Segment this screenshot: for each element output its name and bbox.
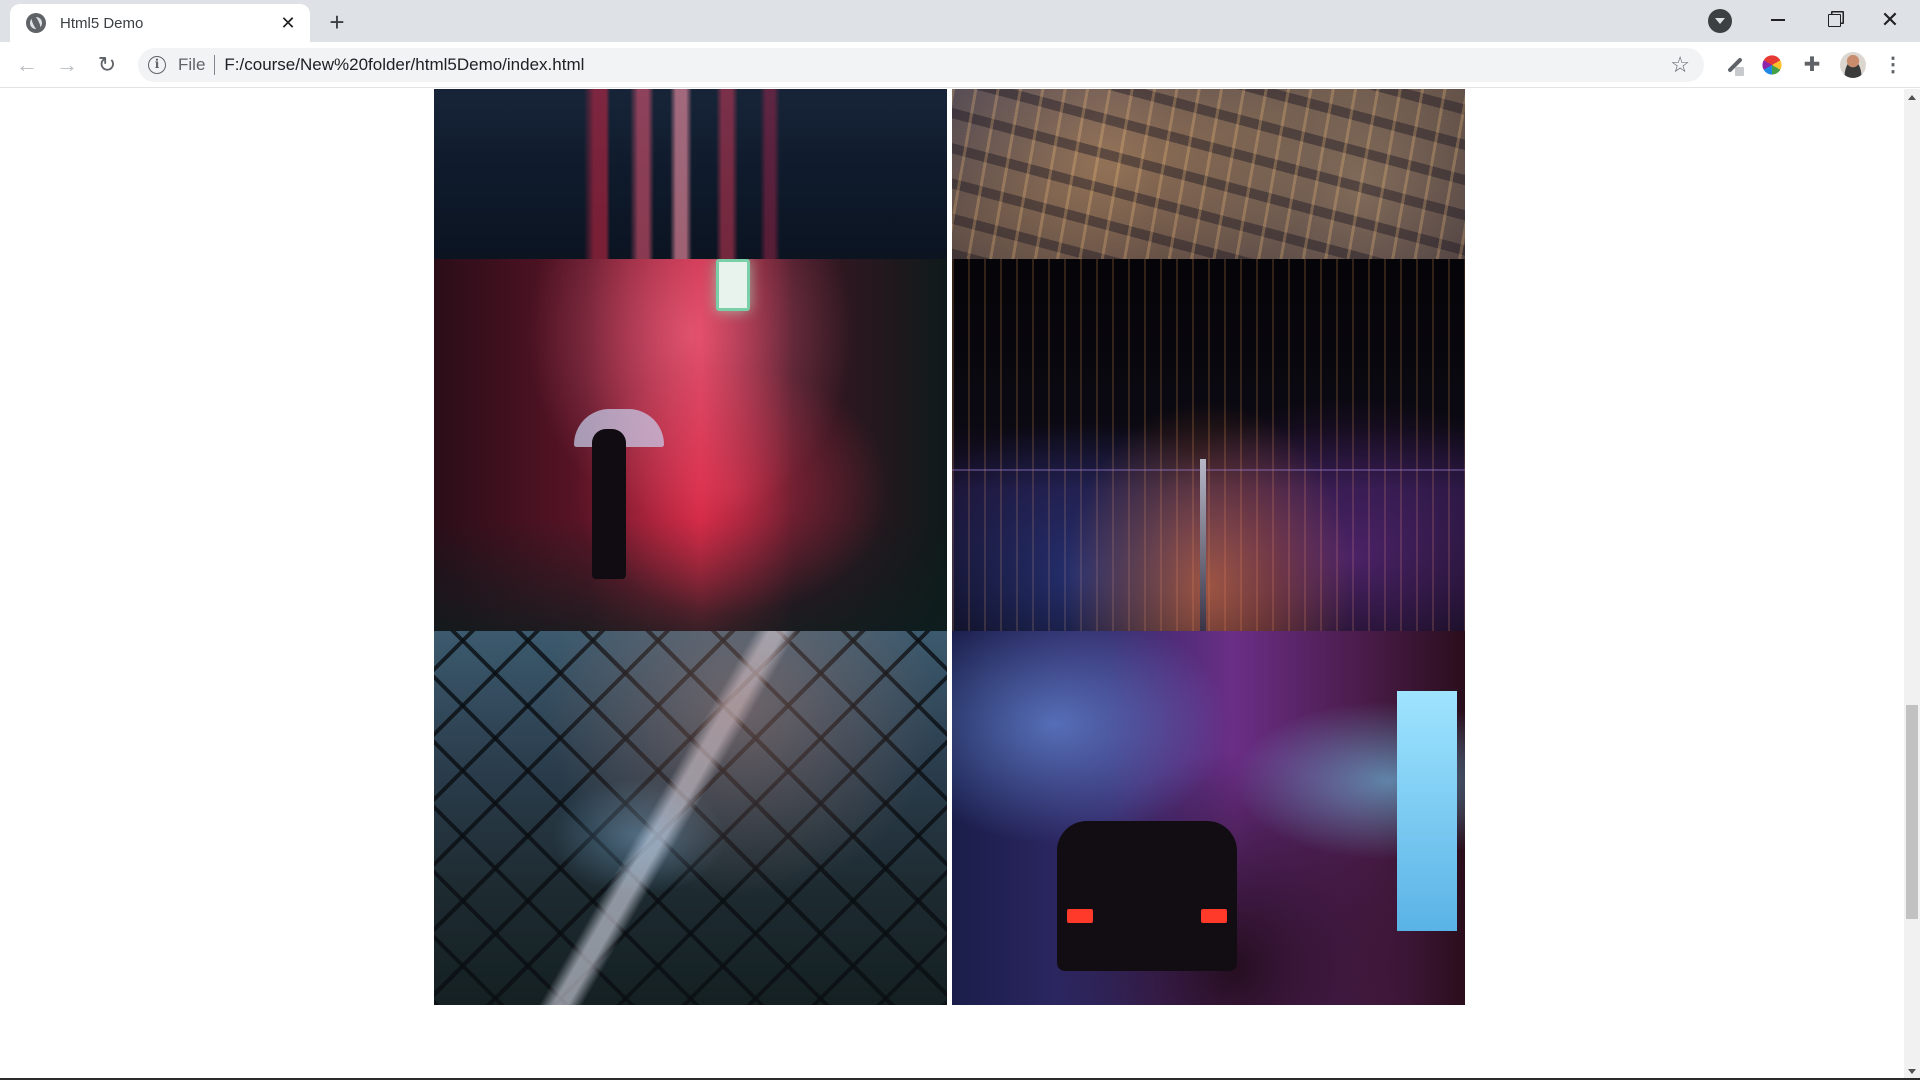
reload-button[interactable]: ↻ — [91, 49, 123, 81]
tab-search-icon[interactable] — [1708, 9, 1732, 33]
browser-toolbar: ← → ↻ i File F:/course/New%20folder/html… — [0, 42, 1920, 88]
avatar[interactable] — [1840, 52, 1866, 78]
tab-title: Html5 Demo — [60, 14, 144, 32]
restore-button[interactable] — [1806, 0, 1862, 40]
pen-icon[interactable] — [1722, 53, 1746, 77]
tab-strip: Html5 Demo ✕ + ✕ — [0, 0, 1920, 42]
new-tab-button[interactable]: + — [320, 6, 354, 40]
back-button[interactable]: ← — [11, 49, 43, 81]
photo-aerial-city — [952, 89, 1465, 259]
scrollbar-thumb[interactable] — [1906, 705, 1918, 919]
scroll-up-arrow-icon[interactable] — [1904, 89, 1920, 105]
window-close-button[interactable]: ✕ — [1862, 0, 1918, 40]
minimize-icon — [1771, 19, 1785, 21]
photo-neon-street — [434, 89, 947, 259]
photo-taxi-street — [952, 631, 1465, 1005]
url-text[interactable]: F:/course/New%20folder/html5Demo/index.h… — [224, 55, 584, 75]
address-bar[interactable]: i File F:/course/New%20folder/html5Demo/… — [138, 48, 1704, 82]
info-icon[interactable]: i — [148, 56, 166, 74]
photo-bridge-fence — [434, 631, 947, 1005]
globe-icon — [26, 13, 46, 33]
menu-icon[interactable]: ⋮ — [1880, 52, 1906, 78]
minimize-button[interactable] — [1750, 0, 1806, 40]
page-viewport — [0, 89, 1920, 1078]
divider — [214, 55, 216, 75]
forward-button[interactable]: → — [51, 49, 83, 81]
vertical-scrollbar[interactable] — [1904, 89, 1920, 1080]
tab-close-button[interactable]: ✕ — [278, 13, 298, 33]
restore-icon — [1827, 13, 1841, 27]
color-wheel-icon[interactable] — [1762, 55, 1782, 75]
scheme-label: File — [178, 55, 206, 74]
bookmark-star-icon[interactable]: ☆ — [1670, 52, 1690, 78]
photo-city-skyline — [952, 259, 1465, 631]
tab-html5-demo[interactable]: Html5 Demo ✕ — [10, 4, 310, 42]
puzzle-icon[interactable]: ✚ — [1800, 53, 1824, 77]
photo-neon-alley — [434, 259, 947, 631]
